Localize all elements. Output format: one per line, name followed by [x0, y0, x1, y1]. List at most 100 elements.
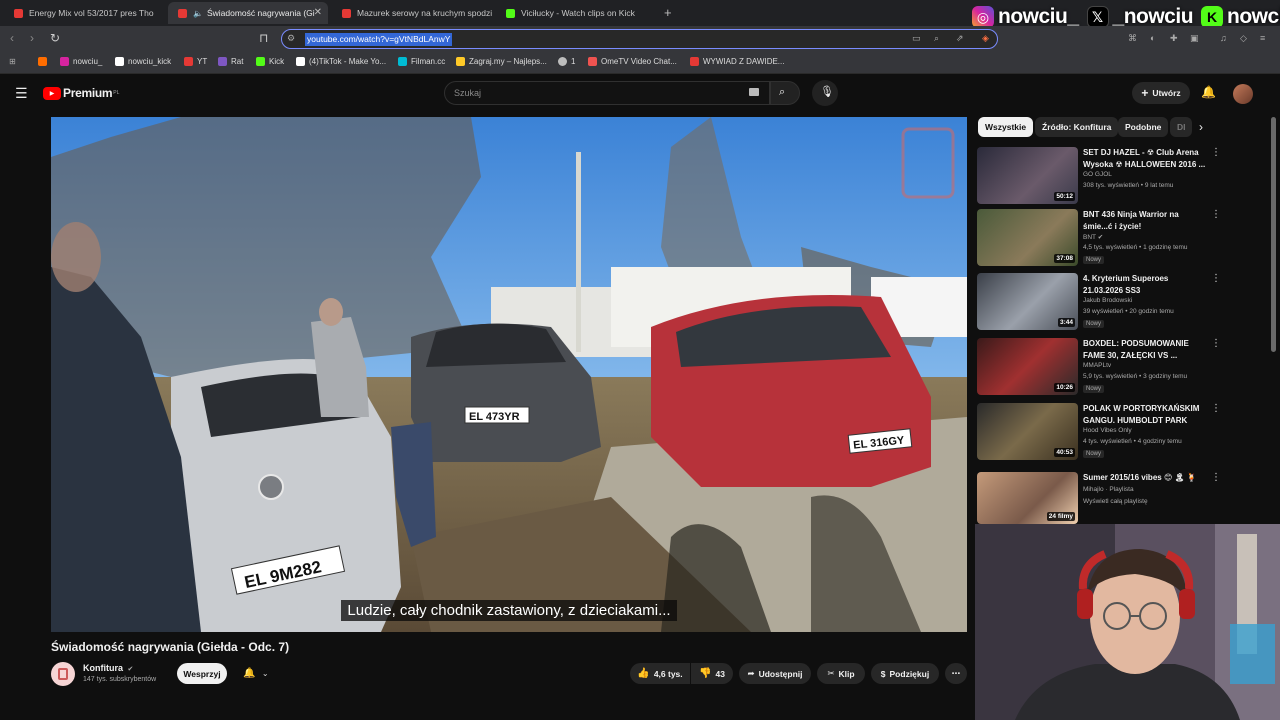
search-button[interactable]: ⌕ — [770, 81, 800, 105]
avatar[interactable] — [1233, 84, 1253, 104]
chip-more[interactable]: Dl — [1170, 117, 1192, 137]
video-thumbnail[interactable]: 37:08 — [977, 209, 1078, 266]
extension-icon[interactable]: ⌘ — [1128, 33, 1137, 44]
chip-all[interactable]: Wszystkie — [978, 117, 1034, 137]
bookmark-item[interactable]: WYWIAD Z DAWIDE... — [690, 57, 784, 66]
vpn-icon[interactable]: ◇ — [1240, 33, 1247, 44]
video-thumbnail[interactable]: 10:26 — [977, 338, 1078, 395]
bookmark-item[interactable]: OmeTV Video Chat... — [588, 57, 677, 66]
bookmark-item[interactable]: Rat — [218, 57, 243, 66]
channel-name[interactable]: Konfitura — [83, 663, 123, 673]
bookmark-item[interactable]: Kick — [256, 57, 284, 66]
clip-button[interactable]: ✂ Klip — [817, 663, 865, 684]
more-actions-button[interactable]: ⋯ — [945, 663, 967, 684]
browser-tab[interactable]: Energy Mix vol 53/2017 pres Tho — [4, 2, 164, 24]
translate-icon[interactable]: ◐ — [1150, 33, 1155, 43]
close-tab-icon[interactable]: ✕ — [314, 7, 322, 18]
recommendation-channel[interactable]: GO GJOL — [1083, 171, 1112, 178]
recommendation-channel[interactable]: MMAPLtv — [1083, 362, 1111, 369]
video-thumbnail[interactable]: 40:53 — [977, 403, 1078, 460]
thanks-button[interactable]: $ Podziękuj — [871, 663, 939, 684]
recommendation-title[interactable]: BNT 436 Ninja Warrior na śmie...ć i życi… — [1083, 209, 1207, 232]
dislike-button[interactable]: 👎 43 — [691, 663, 733, 684]
recommendation-title[interactable]: Sumer 2015/16 vibes 😊 🏝 🍹 — [1083, 472, 1207, 484]
speaker-icon[interactable]: 🔈 — [193, 9, 203, 18]
bookmark-item[interactable]: Zagraj.my – Najleps... — [456, 57, 547, 66]
music-icon[interactable]: ♫ — [1220, 33, 1227, 43]
brave-shield-icon[interactable]: ◈ — [982, 33, 989, 44]
sidebar-icon[interactable]: ▣ — [1190, 33, 1199, 44]
recommendation-channel[interactable]: Jakub Brodowski — [1083, 297, 1132, 304]
zoom-icon[interactable]: ⌕ — [934, 33, 939, 44]
forward-icon[interactable]: › — [30, 31, 34, 45]
bookmark-item[interactable] — [38, 57, 51, 66]
bookmark-item[interactable]: Filman.cc — [398, 57, 445, 66]
recommendation-item[interactable]: 10:26 BOXDEL: PODSUMOWANIE FAME 30, ZAŁĘ… — [977, 338, 1221, 396]
recommendation-channel[interactable]: Mihajlo · Playlista — [1083, 486, 1134, 493]
browser-tab-active[interactable]: 🔈 Świadomość nagrywania (Gi ✕ — [168, 2, 328, 24]
recommendation-item[interactable]: 50:12 SET DJ HAZEL - ☢ Club Arena Wysoka… — [977, 147, 1221, 205]
share-icon[interactable]: ⇗ — [956, 33, 964, 44]
site-info-icon[interactable]: ⚙ — [287, 33, 295, 44]
apps-icon[interactable]: ⊞ — [9, 57, 16, 66]
puzzle-icon[interactable]: ✚ — [1170, 33, 1178, 44]
url-text[interactable]: youtube.com/watch?v=gVtNBdLAnwY — [305, 33, 453, 46]
like-button[interactable]: 👍 4,6 tys. — [630, 663, 690, 684]
channel-name-row[interactable]: Konfitura ✔ — [83, 663, 133, 673]
menu-icon[interactable]: ≡ — [1260, 33, 1265, 43]
kebab-menu-icon[interactable]: ⋮ — [1211, 472, 1221, 483]
create-button[interactable]: + Utwórz — [1132, 82, 1190, 104]
search-input[interactable] — [444, 81, 770, 105]
browser-tab[interactable]: Viciłucky - Watch clips on Kick — [496, 2, 656, 24]
recommendation-item[interactable]: 40:53 POLAK W PORTORYKAŃSKIM GANGU. HUMB… — [977, 403, 1221, 461]
recommendation-channel[interactable]: BNT ✔ — [1083, 233, 1103, 241]
kebab-menu-icon[interactable]: ⋮ — [1211, 273, 1221, 284]
kebab-menu-icon[interactable]: ⋮ — [1211, 147, 1221, 158]
kebab-menu-icon[interactable]: ⋮ — [1211, 209, 1221, 220]
new-badge: Nowy — [1083, 450, 1105, 458]
instagram-icon: ◎ — [972, 6, 994, 28]
bookmark-item[interactable]: nowciu_ — [60, 57, 102, 66]
video-thumbnail[interactable]: 24 filmy — [977, 472, 1078, 524]
channel-avatar[interactable] — [51, 662, 75, 686]
new-tab-button[interactable]: + — [664, 5, 672, 20]
reload-icon[interactable]: ↻ — [50, 31, 60, 45]
recommendation-item[interactable]: 37:08 BNT 436 Ninja Warrior na śmie...ć … — [977, 209, 1221, 267]
back-icon[interactable]: ‹ — [10, 31, 14, 45]
recommendation-channel[interactable]: Hood Vibes Only — [1083, 427, 1132, 434]
bookmark-item[interactable]: 1 — [558, 57, 575, 66]
youtube-logo[interactable]: ▶ Premium PL — [43, 86, 119, 100]
notifications-bell-icon[interactable]: 🔔 — [1201, 85, 1216, 99]
video-thumbnail[interactable]: 50:12 — [977, 147, 1078, 204]
video-player[interactable]: EL 9M282 EL 473YR EL 316GY Ludzie, cały … — [51, 117, 967, 632]
chevron-right-icon[interactable]: › — [1199, 120, 1203, 134]
bookmark-item[interactable]: YT — [184, 57, 207, 66]
recommendation-title[interactable]: 4. Kryterium Superoes 21.03.2026 SS3 — [1083, 273, 1207, 296]
recommendation-title[interactable]: BOXDEL: PODSUMOWANIE FAME 30, ZAŁĘCKI VS… — [1083, 338, 1207, 361]
video-duration: 40:53 — [1054, 448, 1075, 457]
support-button[interactable]: Wesprzyj — [177, 663, 227, 684]
chip-similar[interactable]: Podobne — [1118, 117, 1169, 137]
bookmark-item[interactable]: (4)TikTok - Make Yo... — [296, 57, 386, 66]
browser-tab[interactable]: Mazurek serowy na kruchym spodzie — [332, 2, 492, 24]
share-button[interactable]: ➦ Udostępnij — [739, 663, 811, 684]
bookmark-icon[interactable]: ⊓ — [259, 31, 268, 45]
sidebar-scrollbar[interactable] — [1271, 117, 1276, 352]
browser-toolbar: ‹ › ↻ ⊓ ⚙ — [0, 26, 1280, 52]
recommendation-item[interactable]: 24 filmy Sumer 2015/16 vibes 😊 🏝 🍹 Mihaj… — [977, 472, 1221, 530]
chip-source[interactable]: Źródło: Konfitura — [1035, 117, 1119, 137]
kebab-menu-icon[interactable]: ⋮ — [1211, 338, 1221, 349]
keyboard-icon[interactable] — [749, 88, 759, 96]
bookmark-item[interactable]: nowciu_kick — [115, 57, 171, 66]
hamburger-menu-icon[interactable]: ☰ — [15, 85, 28, 102]
recommendation-title[interactable]: POLAK W PORTORYKAŃSKIM GANGU. HUMBOLDT P… — [1083, 403, 1207, 426]
new-badge: Nowy — [1083, 320, 1105, 328]
cast-icon[interactable]: ▭ — [912, 33, 921, 44]
video-thumbnail[interactable]: 3:44 — [977, 273, 1078, 330]
kebab-menu-icon[interactable]: ⋮ — [1211, 403, 1221, 414]
voice-search-button[interactable]: 🎙 — [812, 80, 838, 106]
recommendation-title[interactable]: SET DJ HAZEL - ☢ Club Arena Wysoka ☢ HAL… — [1083, 147, 1207, 170]
recommendation-item[interactable]: 3:44 4. Kryterium Superoes 21.03.2026 SS… — [977, 273, 1221, 331]
bookmark-label: nowciu_ — [73, 57, 103, 66]
subscription-bell-button[interactable]: 🔔 ⌄ — [234, 663, 278, 684]
